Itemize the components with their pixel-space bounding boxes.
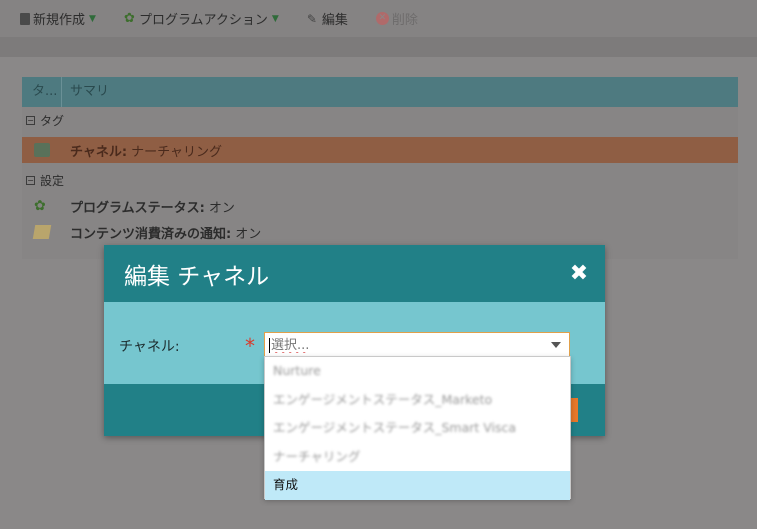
delete-label: 削除	[391, 13, 418, 28]
column-header-summary[interactable]: サマリ	[62, 77, 109, 107]
program-icon: ✿	[34, 198, 46, 214]
dialog-title: 編集 チャネル	[124, 263, 270, 290]
table-row[interactable]: ✿ プログラムステータス: オン	[22, 193, 738, 219]
dialog-header: 編集 チャネル ✖	[104, 245, 605, 302]
toolbar: 新規作成 ▼ ✿ プログラムアクション ▼ ✎ 編集 ✕ 削除	[0, 0, 757, 37]
summary-grid: タ... サマリ − タグ チャネル: ナーチャリング − 設定 ✿ プログラム…	[22, 77, 738, 259]
list-item[interactable]: Nurture	[265, 357, 570, 386]
new-menu-button[interactable]: 新規作成 ▼	[20, 9, 96, 28]
new-document-icon	[20, 12, 30, 25]
close-icon[interactable]: ✖	[569, 261, 589, 286]
row-key: プログラムステータス:	[70, 200, 205, 216]
table-row[interactable]: コンテンツ消費済みの通知: オン	[22, 219, 738, 245]
pencil-icon: ✎	[306, 11, 317, 26]
chevron-down-icon: ▼	[271, 13, 279, 24]
list-item[interactable]: エンゲージメントステータス_Marketo	[265, 386, 570, 415]
edit-label: 編集	[321, 13, 348, 28]
required-icon: *	[245, 334, 255, 358]
list-item-highlighted[interactable]: 育成	[265, 471, 570, 500]
text-cursor	[269, 338, 270, 353]
group-title: タグ	[40, 113, 65, 128]
channel-options-list: Nurture エンゲージメントステータス_Marketo エンゲージメントステ…	[264, 356, 571, 500]
row-value: ナーチャリング	[131, 144, 222, 160]
group-title: 設定	[40, 173, 65, 188]
channel-field-label: チャネル:	[119, 339, 180, 355]
program-action-menu-button[interactable]: ✿ プログラムアクション ▼	[123, 9, 279, 29]
group-header-tags[interactable]: − タグ	[22, 107, 738, 133]
collapse-icon[interactable]: −	[26, 115, 35, 125]
delete-icon: ✕	[375, 12, 389, 25]
chevron-down-icon[interactable]	[551, 342, 561, 348]
row-value: オン	[235, 226, 262, 242]
channel-select[interactable]	[264, 332, 570, 358]
tag-icon	[34, 143, 50, 157]
edit-button[interactable]: ✎ 編集	[306, 9, 348, 29]
delete-button[interactable]: ✕ 削除	[375, 9, 418, 28]
list-item[interactable]: エンゲージメントステータス_Smart Visca	[265, 414, 570, 443]
grid-header: タ... サマリ	[22, 77, 738, 107]
chevron-down-icon: ▼	[89, 13, 96, 24]
table-row[interactable]: チャネル: ナーチャリング	[22, 137, 738, 163]
row-value: オン	[208, 200, 235, 216]
channel-select-input[interactable]	[265, 334, 535, 356]
row-key: コンテンツ消費済みの通知:	[70, 226, 232, 242]
collapse-icon[interactable]: −	[26, 175, 35, 185]
group-header-settings[interactable]: − 設定	[22, 167, 738, 193]
save-button[interactable]	[570, 398, 578, 422]
program-action-label: プログラムアクション	[138, 13, 268, 28]
row-key: チャネル:	[70, 144, 128, 160]
new-menu-label: 新規作成	[33, 13, 86, 28]
program-icon: ✿	[123, 10, 135, 26]
column-header-type[interactable]: タ...	[22, 77, 62, 107]
toolbar-band	[0, 37, 757, 57]
list-item[interactable]: ナーチャリング	[265, 443, 570, 472]
note-icon	[32, 225, 52, 239]
